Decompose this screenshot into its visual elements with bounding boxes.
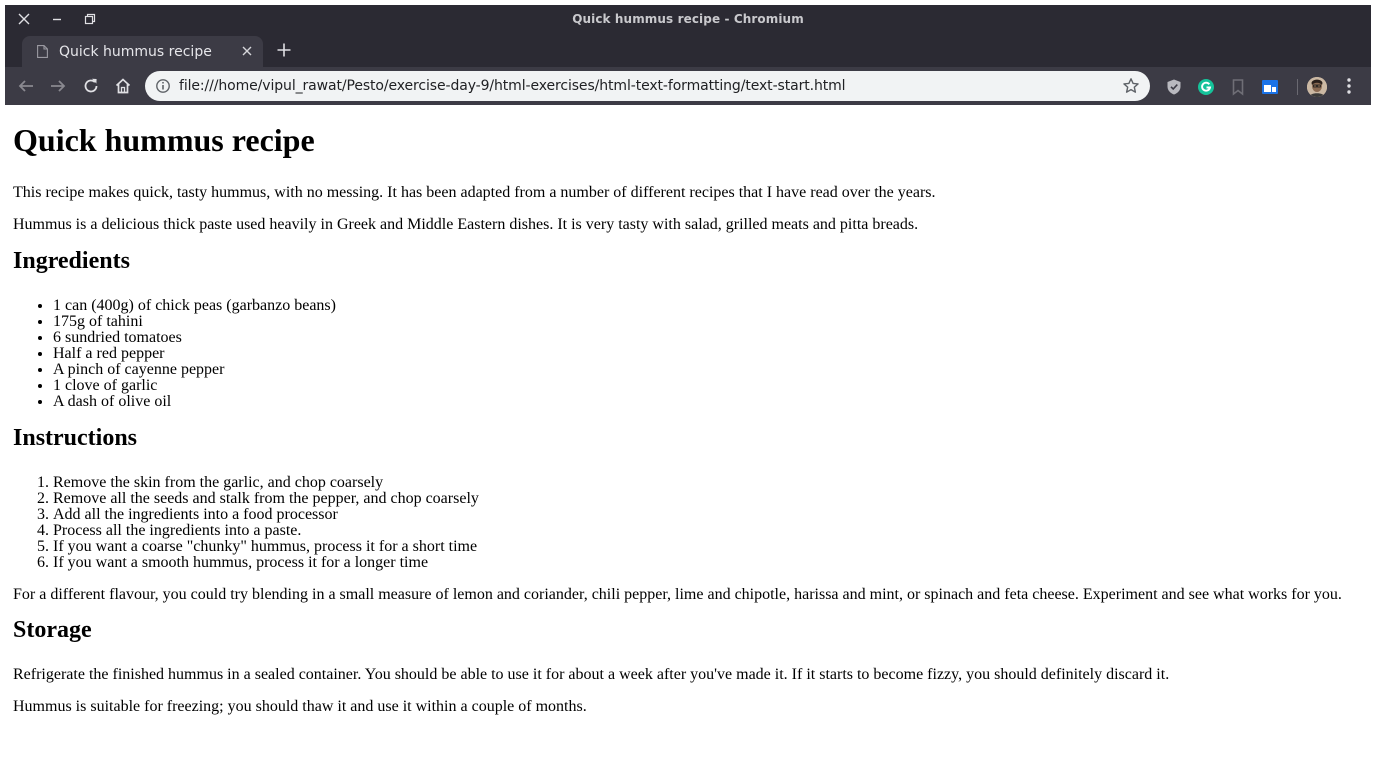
list-item: Half a red pepper xyxy=(53,346,336,362)
tab-title: Quick hummus recipe xyxy=(59,44,212,60)
toolbar: file:///home/vipul_rawat/Pesto/exercise-… xyxy=(5,67,1371,105)
list-item: If you want a smooth hummus, process it … xyxy=(53,555,479,571)
avatar-icon xyxy=(1307,77,1327,97)
ingredients-heading: Ingredients xyxy=(13,248,130,274)
page-favicon-icon xyxy=(37,45,48,58)
instructions-heading: Instructions xyxy=(13,425,138,451)
storage-heading: Storage xyxy=(13,617,92,643)
storage-paragraph: Refrigerate the finished hummus in a sea… xyxy=(13,666,1170,683)
window-title: Quick hummus recipe - Chromium xyxy=(572,12,804,26)
variation-paragraph: For a different flavour, you could try b… xyxy=(13,586,1342,603)
grammarly-icon[interactable] xyxy=(1197,78,1215,96)
ingredients-list: 1 can (400g) of chick peas (garbanzo bea… xyxy=(53,298,336,410)
back-arrow-icon[interactable] xyxy=(17,77,35,95)
list-item: A dash of olive oil xyxy=(53,394,336,410)
toolbar-separator xyxy=(1297,79,1298,95)
list-item: 175g of tahini xyxy=(53,314,336,330)
tab-active[interactable]: Quick hummus recipe xyxy=(22,36,263,67)
home-icon[interactable] xyxy=(114,77,132,95)
reload-icon[interactable] xyxy=(82,77,100,95)
new-tab-icon[interactable] xyxy=(276,42,292,58)
tab-close-icon[interactable] xyxy=(240,44,254,58)
list-item: A pinch of cayenne pepper xyxy=(53,362,336,378)
bookmark-extension-icon[interactable] xyxy=(1229,78,1247,96)
list-item: Add all the ingredients into a food proc… xyxy=(53,507,479,523)
list-item: 1 can (400g) of chick peas (garbanzo bea… xyxy=(53,298,336,314)
title-bar: Quick hummus recipe - Chromium xyxy=(5,5,1371,33)
menu-icon[interactable] xyxy=(1343,77,1355,95)
list-item: If you want a coarse "chunky" hummus, pr… xyxy=(53,539,479,555)
list-item: Remove the skin from the garlic, and cho… xyxy=(53,475,479,491)
info-icon[interactable] xyxy=(155,78,171,94)
list-item: Remove all the seeds and stalk from the … xyxy=(53,491,479,507)
list-item: 6 sundried tomatoes xyxy=(53,330,336,346)
tab-strip: Quick hummus recipe xyxy=(5,33,1371,67)
page-content: Quick hummus recipe This recipe makes qu… xyxy=(5,105,1371,782)
list-item: 1 clove of garlic xyxy=(53,378,336,394)
window-extension-icon[interactable] xyxy=(1261,78,1279,96)
intro-paragraph: This recipe makes quick, tasty hummus, w… xyxy=(13,184,936,201)
url-text[interactable]: file:///home/vipul_rawat/Pesto/exercise-… xyxy=(179,78,846,94)
address-bar[interactable]: file:///home/vipul_rawat/Pesto/exercise-… xyxy=(145,71,1150,101)
shield-extension-icon[interactable] xyxy=(1165,78,1183,96)
browser-window: Quick hummus recipe - Chromium Quick hum… xyxy=(5,5,1371,782)
forward-arrow-icon[interactable] xyxy=(49,77,67,95)
instructions-list: Remove the skin from the garlic, and cho… xyxy=(53,475,479,571)
profile-avatar[interactable] xyxy=(1307,77,1327,97)
storage-paragraph: Hummus is suitable for freezing; you sho… xyxy=(13,698,587,715)
page-heading: Quick hummus recipe xyxy=(13,122,315,158)
list-item: Process all the ingredients into a paste… xyxy=(53,523,479,539)
bookmark-star-icon[interactable] xyxy=(1122,77,1140,95)
intro-paragraph: Hummus is a delicious thick paste used h… xyxy=(13,216,919,233)
